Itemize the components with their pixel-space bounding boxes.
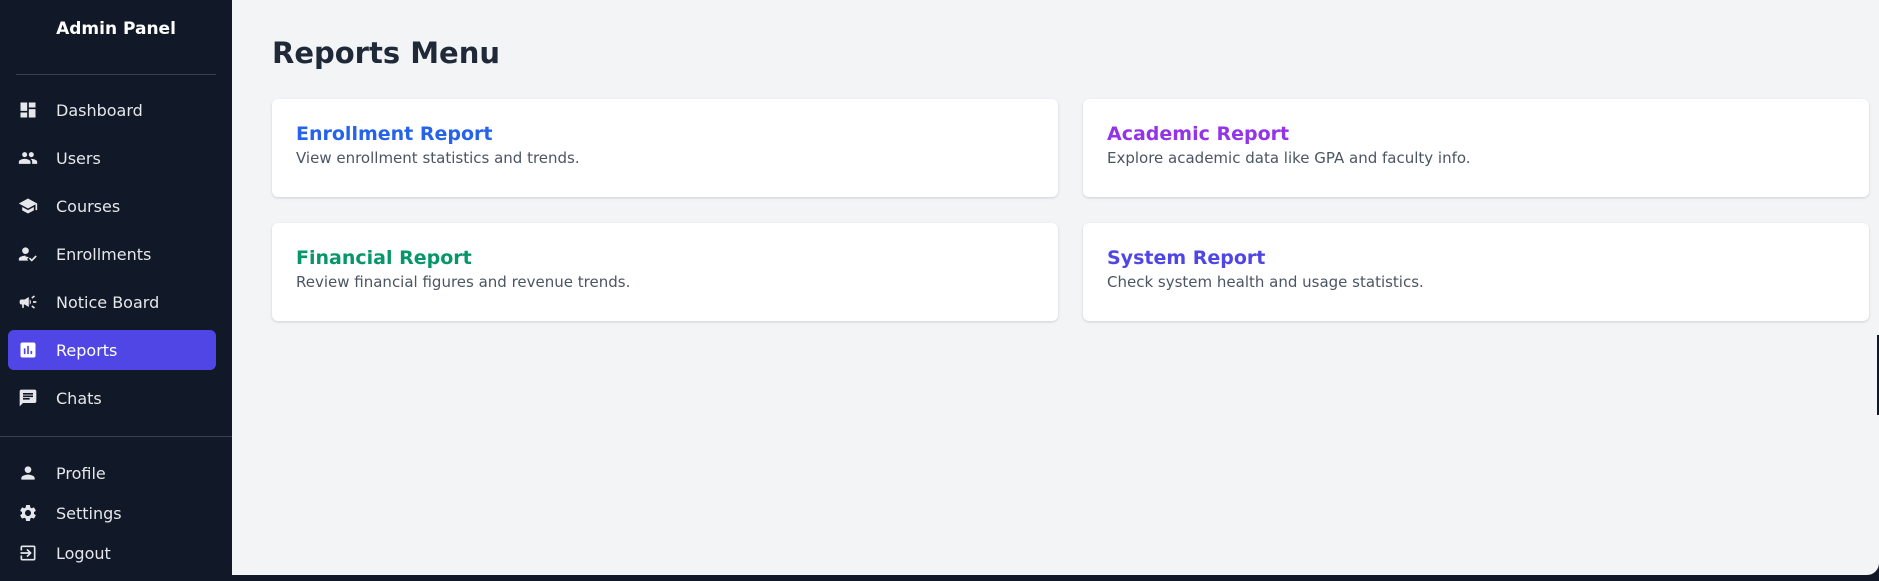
sidebar-item-notice-board[interactable]: Notice Board — [8, 282, 216, 322]
sidebar-item-users[interactable]: Users — [8, 138, 216, 178]
sidebar-nav: Dashboard Users Courses Enrollments Noti… — [0, 90, 232, 418]
sidebar-item-label: Enrollments — [56, 244, 152, 264]
sidebar-item-label: Settings — [56, 503, 122, 523]
brand-title: Admin Panel — [16, 0, 216, 75]
sidebar-item-label: Chats — [56, 388, 102, 408]
chat-icon — [18, 388, 38, 408]
users-icon — [18, 148, 38, 168]
sidebar-item-dashboard[interactable]: Dashboard — [8, 90, 216, 130]
sidebar-item-logout[interactable]: Logout — [8, 533, 216, 573]
sidebar: Admin Panel Dashboard Users Courses Enro… — [0, 0, 232, 581]
enrollment-report-card[interactable]: Enrollment Report View enrollment statis… — [272, 99, 1058, 197]
sidebar-item-reports[interactable]: Reports — [8, 330, 216, 370]
academic-report-card[interactable]: Academic Report Explore academic data li… — [1083, 99, 1869, 197]
reports-icon — [18, 340, 38, 360]
sidebar-item-label: Reports — [56, 340, 118, 360]
card-title: Academic Report — [1107, 123, 1290, 145]
sidebar-divider — [0, 436, 232, 437]
main-content: Reports Menu Enrollment Report View enro… — [232, 0, 1879, 575]
card-description: Explore academic data like GPA and facul… — [1107, 149, 1471, 167]
page-title: Reports Menu — [272, 36, 501, 70]
card-title: System Report — [1107, 247, 1266, 269]
card-description: View enrollment statistics and trends. — [296, 149, 580, 167]
sidebar-item-settings[interactable]: Settings — [8, 493, 216, 533]
card-description: Review financial figures and revenue tre… — [296, 273, 631, 291]
card-description: Check system health and usage statistics… — [1107, 273, 1424, 291]
sidebar-item-label: Logout — [56, 543, 111, 563]
sidebar-item-profile[interactable]: Profile — [8, 453, 216, 493]
sidebar-item-label: Courses — [56, 196, 121, 216]
sidebar-bottom-nav: Profile Settings Logout — [0, 453, 232, 573]
sidebar-item-label: Users — [56, 148, 101, 168]
gear-icon — [18, 503, 38, 523]
financial-report-card[interactable]: Financial Report Review financial figure… — [272, 223, 1058, 321]
sidebar-item-courses[interactable]: Courses — [8, 186, 216, 226]
card-title: Financial Report — [296, 247, 472, 269]
sidebar-item-enrollments[interactable]: Enrollments — [8, 234, 216, 274]
sidebar-item-chats[interactable]: Chats — [8, 378, 216, 418]
sidebar-item-label: Profile — [56, 463, 106, 483]
courses-icon — [18, 196, 38, 216]
megaphone-icon — [18, 292, 38, 312]
enrollments-icon — [18, 244, 38, 264]
sidebar-item-label: Notice Board — [56, 292, 160, 312]
logout-icon — [18, 543, 38, 563]
system-report-card[interactable]: System Report Check system health and us… — [1083, 223, 1869, 321]
card-title: Enrollment Report — [296, 123, 493, 145]
sidebar-item-label: Dashboard — [56, 100, 143, 120]
profile-icon — [18, 463, 38, 483]
dashboard-icon — [18, 100, 38, 120]
